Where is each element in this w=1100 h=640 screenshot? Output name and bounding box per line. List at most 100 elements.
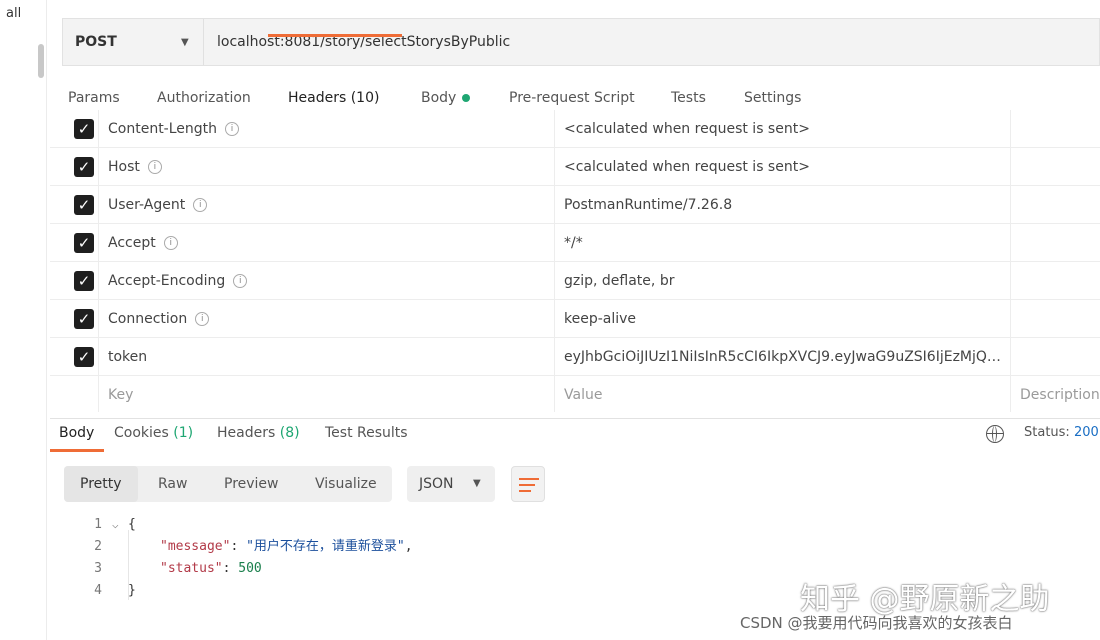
tab-body-label: Body — [421, 90, 457, 106]
line-number: 4 — [94, 583, 102, 598]
tab-cookies-label: Cookies — [114, 425, 169, 441]
chevron-down-icon[interactable]: ▼ — [181, 37, 189, 48]
response-tabs: Body Cookies (1) Headers (8) Test Result… — [50, 418, 1100, 452]
body-indicator-dot — [462, 94, 471, 102]
view-pretty-button[interactable]: Pretty — [64, 466, 138, 502]
sidebar-divider — [46, 0, 47, 640]
new-description-input[interactable]: Description — [1020, 376, 1100, 414]
active-tab-underline — [268, 34, 402, 37]
line-number: 1 — [94, 517, 102, 532]
wrap-line-icon — [519, 484, 535, 486]
url-divider — [203, 19, 204, 65]
header-key-text: Content-Length — [108, 121, 218, 137]
header-key: Host i — [108, 148, 162, 186]
active-tab-underline — [50, 449, 104, 452]
header-value[interactable]: keep-alive — [564, 300, 1004, 338]
info-icon[interactable]: i — [193, 198, 208, 212]
header-checkbox[interactable]: ✓ — [74, 119, 94, 139]
header-key-text: Accept — [108, 235, 156, 251]
header-key-text: Host — [108, 159, 140, 175]
left-sidebar: all — [0, 0, 48, 640]
code-text: "status": 500 — [160, 561, 262, 576]
info-icon[interactable]: i — [233, 274, 248, 288]
sidebar-text[interactable]: all — [6, 6, 21, 21]
tab-test-results[interactable]: Test Results — [325, 425, 408, 441]
url-bar: POST ▼ localhost:8081/story/selectStorys… — [62, 18, 1100, 66]
header-value[interactable]: <calculated when request is sent> — [564, 148, 1004, 186]
globe-icon[interactable] — [986, 425, 1004, 443]
tab-settings[interactable]: Settings — [744, 90, 801, 106]
tab-cookies[interactable]: Cookies (1) — [114, 425, 193, 441]
info-icon[interactable]: i — [225, 122, 240, 136]
info-icon[interactable]: i — [195, 312, 210, 326]
json-value: "用户不存在，请重新登录" — [246, 539, 405, 554]
header-key: Accept i — [108, 224, 178, 262]
view-visualize-button[interactable]: Visualize — [315, 466, 377, 502]
response-body-code[interactable]: 1 ⌵ { 2 "message": "用户不存在，请重新登录", 3 "sta… — [64, 514, 764, 610]
tab-params[interactable]: Params — [68, 90, 120, 106]
header-checkbox[interactable]: ✓ — [74, 347, 94, 367]
wrap-line-icon — [519, 490, 531, 492]
status-label: Status: — [1024, 425, 1070, 440]
new-header-row: Key Value Description — [50, 376, 1100, 414]
format-select[interactable]: JSON ▼ — [407, 466, 495, 502]
header-key: User-Agent i — [108, 186, 208, 224]
code-text: } — [128, 583, 136, 598]
header-key-text: User-Agent — [108, 197, 186, 213]
header-value[interactable]: eyJhbGciOiJIUzI1NiIsInR5cCI6IkpXVCJ9.eyJ… — [564, 338, 1004, 376]
status-code: 200 — [1073, 425, 1099, 440]
header-checkbox[interactable]: ✓ — [74, 271, 94, 291]
header-value[interactable]: gzip, deflate, br — [564, 262, 1004, 300]
json-suffix: , — [404, 539, 413, 554]
new-key-input[interactable]: Key — [108, 376, 133, 414]
new-value-input[interactable]: Value — [564, 376, 1004, 414]
table-row: ✓ Accept i */* — [50, 224, 1100, 262]
tab-authorization[interactable]: Authorization — [157, 90, 251, 106]
line-number: 2 — [94, 539, 102, 554]
view-mode-group: Pretty Raw Preview Visualize — [64, 466, 392, 502]
json-value: 500 — [238, 561, 262, 576]
tab-tests[interactable]: Tests — [671, 90, 706, 106]
info-icon[interactable]: i — [147, 160, 162, 174]
header-value[interactable]: PostmanRuntime/7.26.8 — [564, 186, 1004, 224]
headers-table: ✓ Content-Length i <calculated when reque… — [50, 110, 1100, 412]
header-key: Content-Length i — [108, 110, 240, 148]
code-text: "message": "用户不存在，请重新登录", — [160, 539, 413, 554]
header-value[interactable]: <calculated when request is sent> — [564, 110, 1004, 148]
tab-response-headers[interactable]: Headers (8) — [217, 425, 300, 441]
table-row: ✓ Content-Length i <calculated when reque… — [50, 110, 1100, 148]
fold-chevron-icon[interactable]: ⌵ — [112, 514, 119, 536]
method-select[interactable]: POST — [75, 19, 117, 65]
table-row: ✓ Connection i keep-alive — [50, 300, 1100, 338]
header-key-text: Connection — [108, 311, 188, 327]
header-key-text: token — [108, 349, 148, 365]
tab-pre-request-script[interactable]: Pre-request Script — [509, 90, 635, 106]
json-key: "status" — [160, 561, 223, 576]
status-indicator: Status: 200 — [1024, 425, 1099, 440]
table-row: ✓ User-Agent i PostmanRuntime/7.26.8 — [50, 186, 1100, 224]
wrap-lines-button[interactable] — [511, 466, 545, 502]
table-row: ✓ Host i <calculated when request is sent… — [50, 148, 1100, 186]
headers-count: (8) — [279, 425, 300, 441]
tab-response-headers-label: Headers — [217, 425, 276, 441]
tab-body[interactable]: Body — [421, 90, 471, 106]
header-key-text: Accept-Encoding — [108, 273, 226, 289]
tab-headers[interactable]: Headers (10) — [288, 90, 379, 106]
wrap-line-icon — [519, 478, 539, 480]
view-preview-button[interactable]: Preview — [224, 466, 279, 502]
cookies-count: (1) — [173, 425, 194, 441]
header-checkbox[interactable]: ✓ — [74, 309, 94, 329]
tab-response-body[interactable]: Body — [59, 425, 94, 441]
header-checkbox[interactable]: ✓ — [74, 157, 94, 177]
header-checkbox[interactable]: ✓ — [74, 233, 94, 253]
sidebar-scrollbar[interactable] — [38, 44, 44, 78]
view-raw-button[interactable]: Raw — [158, 466, 187, 502]
json-key: "message" — [160, 539, 231, 554]
header-value[interactable]: */* — [564, 224, 1004, 262]
info-icon[interactable]: i — [163, 236, 178, 250]
header-checkbox[interactable]: ✓ — [74, 195, 94, 215]
code-text: { — [128, 517, 136, 532]
url-input[interactable]: localhost:8081/story/selectStorysByPubli… — [217, 19, 510, 65]
header-key: Accept-Encoding i — [108, 262, 248, 300]
line-number: 3 — [94, 561, 102, 576]
